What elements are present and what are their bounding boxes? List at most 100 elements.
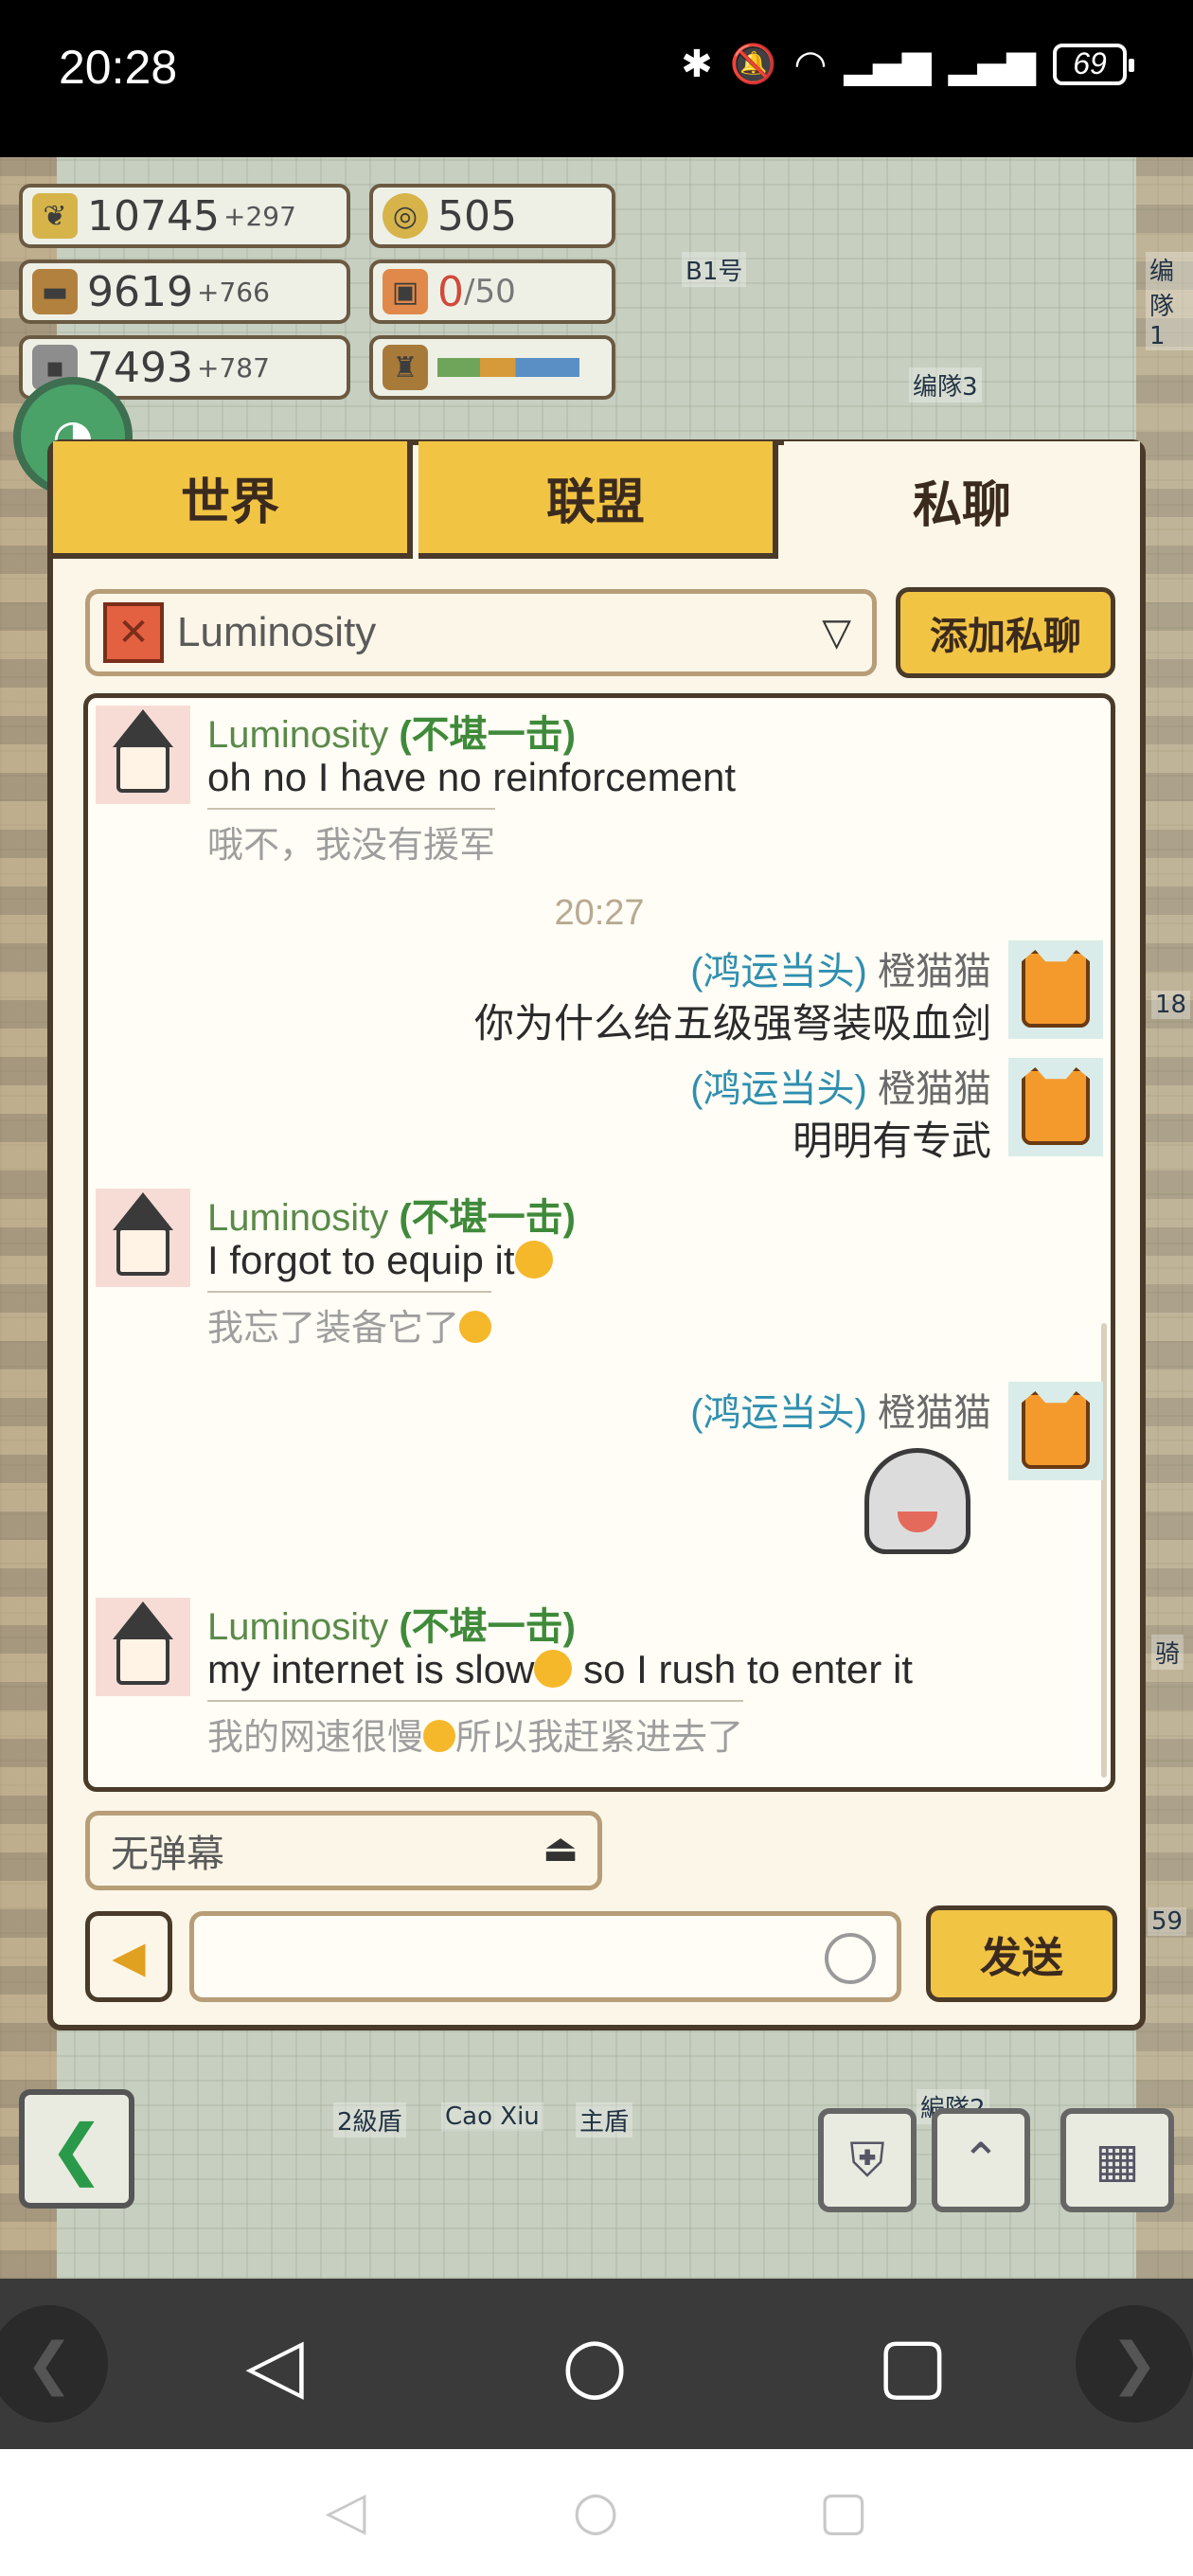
- message-item: Luminosity (不堪一击) oh no I have no reinfo…: [88, 698, 1111, 887]
- message-text: I forgot to equip it: [207, 1238, 515, 1282]
- map-label-cavalry: 骑: [1151, 1635, 1184, 1670]
- tab-world[interactable]: 世界: [53, 441, 413, 559]
- battery-icon: 69: [1053, 43, 1134, 85]
- sender-line: (鸿运当头) 橙猫猫: [690, 1382, 991, 1437]
- avatar[interactable]: [1008, 1382, 1103, 1480]
- send-button[interactable]: 发送: [926, 1905, 1117, 2002]
- wood-resource[interactable]: ▬ 9619 +766: [19, 259, 350, 324]
- tab-alliance[interactable]: 联盟: [418, 441, 778, 559]
- navigation-bar: ❮ ◁ ○ ▢ ❯: [0, 2279, 1193, 2449]
- system-navigation-bar: ◁ ○ ▢: [0, 2449, 1193, 2576]
- message-text: oh no I have no reinforcement: [207, 755, 737, 799]
- sender-title: (鸿运当头): [690, 1068, 867, 1110]
- map-label-18: 18: [1151, 991, 1191, 1019]
- sender-line: Luminosity (不堪一击): [207, 1596, 576, 1651]
- crying-face-sticker-icon[interactable]: [864, 1448, 970, 1554]
- contact-dropdown[interactable]: ✕ Luminosity ▽: [85, 589, 877, 676]
- game-map[interactable]: ❦ 10745 +297 ▬ 9619 +766 ▪ 7493 +787 ◎ 505 …: [0, 157, 1193, 2279]
- sender-title: (不堪一击): [399, 1197, 576, 1239]
- message-text-line: my internet is slow so I rush to enter i…: [207, 1647, 913, 1692]
- chat-panel: 世界 联盟 私聊 ✕ Luminosity ▽ 添加私聊 Luminosity …: [47, 439, 1146, 2030]
- rank-icon[interactable]: ⌃: [932, 2108, 1030, 2212]
- upside-down-face-icon: [423, 1719, 456, 1752]
- contact-avatar-icon: ✕: [103, 602, 164, 663]
- signal-icon-2: ▂▄▆: [948, 42, 1036, 86]
- map-label-59: 59: [1148, 1907, 1187, 1936]
- wheat-resource[interactable]: ❦ 10745 +297: [19, 184, 350, 248]
- message-translation-line: 我的网速很慢 所以我赶紧进去了: [207, 1700, 744, 1760]
- chevron-up-icon: ⏏: [543, 1827, 579, 1870]
- coin-value: 505: [437, 191, 517, 241]
- map-label-caoxiu: Cao Xiu: [441, 2102, 543, 2131]
- nav-next-icon[interactable]: ❯: [1076, 2305, 1193, 2423]
- map-label-main-shield: 主盾: [576, 2102, 633, 2138]
- wheat-icon: ❦: [32, 193, 78, 239]
- sender-title: (鸿运当头): [690, 951, 867, 993]
- message-item: Luminosity (不堪一击) my internet is slow so…: [88, 1590, 1111, 1787]
- message-text-b: so I rush to enter it: [572, 1647, 913, 1691]
- message-list[interactable]: Luminosity (不堪一击) oh no I have no reinfo…: [83, 693, 1115, 1792]
- message-translation-a: 我的网速很慢: [207, 1716, 424, 1758]
- message-translation-line: 我忘了装备它了: [207, 1291, 492, 1351]
- nav-back-icon[interactable]: ◁: [227, 2317, 322, 2411]
- coin-icon: ◎: [383, 193, 428, 239]
- upside-down-face-icon: [534, 1649, 573, 1688]
- stone-delta: +787: [196, 351, 270, 384]
- message-translation: 哦不，我没有援军: [207, 808, 496, 868]
- troop-icon: ♜: [383, 345, 428, 390]
- message-item: (鸿运当头) 橙猫猫 明明有专武: [88, 1058, 1111, 1163]
- message-input[interactable]: [189, 1911, 901, 2002]
- status-bar: 20:28 ✱ 🔕 ◠ ▂▄▆ ▂▄▆ 69: [0, 0, 1193, 157]
- avatar[interactable]: [96, 706, 190, 804]
- map-label-shield2: 2級盾: [333, 2102, 406, 2138]
- avatar[interactable]: [96, 1189, 190, 1287]
- sender-line: Luminosity (不堪一击): [207, 704, 576, 759]
- sender-name: 橙猫猫: [878, 951, 991, 993]
- message-translation-b: 所以我赶紧进去了: [455, 1716, 744, 1758]
- troop-bar[interactable]: ♜: [369, 335, 615, 400]
- danmaku-label: 无弹幕: [111, 1833, 224, 1876]
- troop-progress: [437, 358, 579, 377]
- message-text-a: my internet is slow: [207, 1647, 535, 1691]
- emoji-button-icon[interactable]: [825, 1933, 876, 1984]
- wood-value: 9619: [87, 267, 193, 316]
- system-back-icon[interactable]: ◁: [312, 2478, 379, 2544]
- add-private-chat-button[interactable]: 添加私聊: [896, 587, 1115, 678]
- gift-max: /50: [464, 273, 516, 311]
- sender-name: Luminosity: [207, 714, 389, 756]
- armor-icon[interactable]: ⛨: [818, 2108, 917, 2212]
- upside-down-face-icon: [459, 1310, 492, 1343]
- chevron-down-icon: ▽: [822, 611, 851, 654]
- avatar[interactable]: [96, 1598, 190, 1696]
- gift-resource[interactable]: ▣ 0/50: [369, 259, 615, 324]
- inventory-icon[interactable]: ▦: [1060, 2108, 1174, 2212]
- avatar[interactable]: [1008, 940, 1103, 1039]
- bluetooth-icon: ✱: [681, 42, 713, 86]
- wheat-value: 10745: [87, 191, 220, 241]
- sender-title: (不堪一击): [399, 1606, 576, 1648]
- map-label-team3: 编隊3: [909, 367, 982, 402]
- sender-title: (不堪一击): [399, 714, 576, 756]
- sender-name: Luminosity: [207, 1606, 389, 1648]
- status-icons: ✱ 🔕 ◠ ▂▄▆ ▂▄▆ 69: [681, 42, 1134, 86]
- nav-home-icon[interactable]: ○: [547, 2317, 642, 2411]
- wood-delta: +766: [196, 276, 270, 308]
- nav-prev-icon[interactable]: ❮: [0, 2305, 108, 2423]
- sender-name: 橙猫猫: [878, 1392, 991, 1434]
- system-home-icon[interactable]: ○: [562, 2478, 629, 2544]
- nav-recents-icon[interactable]: ▢: [865, 2317, 960, 2411]
- wifi-status-icon: ◠: [793, 42, 828, 86]
- danmaku-dropdown[interactable]: 无弹幕 ⏏: [85, 1811, 602, 1890]
- sender-line: (鸿运当头) 橙猫猫: [690, 1058, 991, 1113]
- sender-line: Luminosity (不堪一击): [207, 1187, 576, 1242]
- tab-private[interactable]: 私聊: [784, 441, 1140, 559]
- upside-down-face-icon: [514, 1240, 553, 1279]
- sender-line: (鸿运当头) 橙猫猫: [690, 940, 991, 995]
- back-arrow-button[interactable]: ❮: [19, 2089, 134, 2209]
- avatar[interactable]: [1008, 1058, 1103, 1156]
- system-recents-icon[interactable]: ▢: [810, 2478, 877, 2544]
- message-text: 明明有专武: [792, 1118, 991, 1163]
- contact-name: Luminosity: [177, 609, 377, 655]
- coin-resource[interactable]: ◎ 505: [369, 184, 615, 248]
- speaker-icon[interactable]: ◀: [85, 1911, 172, 2002]
